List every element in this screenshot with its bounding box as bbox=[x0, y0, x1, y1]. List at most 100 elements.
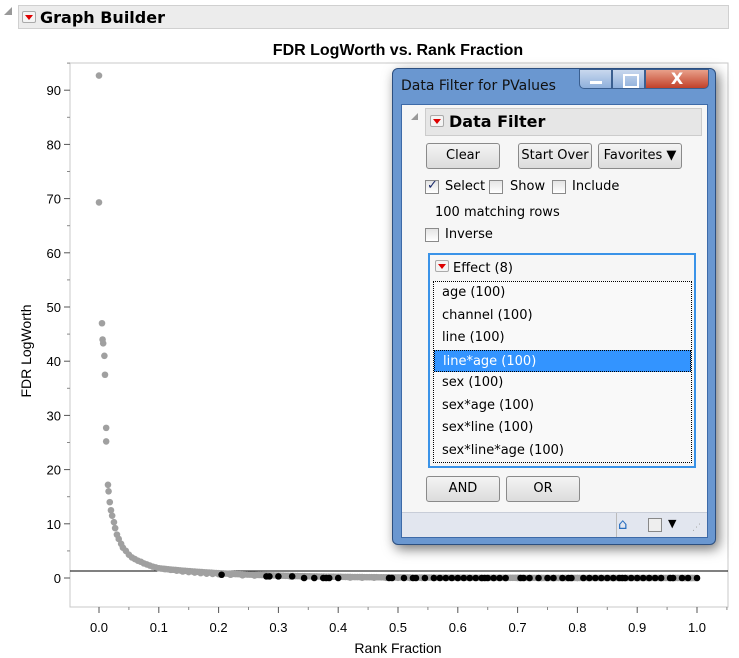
data-point[interactable] bbox=[102, 424, 110, 432]
selected-data-point[interactable] bbox=[436, 574, 444, 582]
selected-data-point[interactable] bbox=[627, 574, 635, 582]
list-item-selected[interactable]: line*age (100) bbox=[434, 349, 691, 372]
data-point[interactable] bbox=[105, 487, 112, 495]
selected-data-point[interactable] bbox=[400, 574, 408, 582]
resize-grip-icon[interactable]: ⋰ bbox=[692, 523, 701, 533]
data-point[interactable] bbox=[110, 518, 118, 526]
list-item[interactable]: sex*line (100) bbox=[434, 417, 691, 440]
data-point[interactable] bbox=[111, 524, 119, 532]
y-axis-label: FDR LogWorth bbox=[18, 304, 34, 397]
inverse-label: Inverse bbox=[445, 227, 493, 242]
selected-data-point[interactable] bbox=[421, 574, 429, 582]
selected-data-point[interactable] bbox=[502, 574, 509, 582]
list-item[interactable]: channel (100) bbox=[434, 305, 691, 328]
clear-button[interactable]: Clear bbox=[426, 143, 500, 169]
data-point[interactable] bbox=[101, 352, 108, 360]
selected-data-point[interactable] bbox=[472, 574, 480, 582]
selected-data-point[interactable] bbox=[275, 573, 282, 580]
or-button[interactable]: OR bbox=[506, 476, 580, 502]
selected-data-point[interactable] bbox=[430, 574, 438, 582]
selected-data-point[interactable] bbox=[586, 574, 593, 582]
selected-data-point[interactable] bbox=[621, 574, 629, 582]
selected-data-point[interactable] bbox=[693, 574, 701, 582]
include-checkbox[interactable] bbox=[552, 180, 566, 194]
selected-data-point[interactable] bbox=[442, 574, 450, 582]
data-point[interactable] bbox=[95, 199, 103, 206]
selected-data-point[interactable] bbox=[678, 574, 686, 582]
selected-data-point[interactable] bbox=[325, 574, 333, 582]
selected-data-point[interactable] bbox=[496, 574, 503, 582]
data-point[interactable] bbox=[98, 319, 106, 327]
data-point[interactable] bbox=[108, 512, 116, 519]
selected-data-point[interactable] bbox=[598, 574, 605, 582]
selected-data-point[interactable] bbox=[604, 574, 611, 582]
list-item[interactable]: sex*age (100) bbox=[434, 395, 691, 418]
start-over-button[interactable]: Start Over bbox=[518, 143, 592, 169]
data-point[interactable] bbox=[106, 498, 114, 506]
selected-data-point[interactable] bbox=[568, 574, 575, 582]
home-icon[interactable]: ⌂ bbox=[618, 515, 628, 533]
close-button[interactable]: X bbox=[645, 69, 709, 89]
selected-data-point[interactable] bbox=[466, 574, 474, 582]
data-point[interactable] bbox=[102, 438, 110, 445]
selected-data-point[interactable] bbox=[535, 574, 542, 582]
selected-data-point[interactable] bbox=[448, 574, 456, 582]
disclosure-icon[interactable] bbox=[411, 113, 418, 120]
data-point[interactable] bbox=[99, 340, 107, 347]
checkbox-icon[interactable] bbox=[648, 518, 662, 532]
selected-data-point[interactable] bbox=[645, 574, 653, 582]
selected-data-point[interactable] bbox=[669, 574, 677, 582]
disclosure-icon[interactable] bbox=[4, 7, 12, 15]
selected-data-point[interactable] bbox=[454, 574, 462, 582]
inverse-checkbox[interactable] bbox=[425, 228, 439, 242]
list-item[interactable]: age (100) bbox=[434, 282, 691, 305]
favorites-dropdown[interactable]: Favorites ▼ bbox=[598, 143, 682, 169]
dropdown-arrow-icon[interactable]: ▼ bbox=[668, 517, 676, 530]
selected-data-point[interactable] bbox=[388, 574, 396, 582]
x-tick-label: 0.9 bbox=[628, 620, 646, 635]
selected-data-point[interactable] bbox=[651, 574, 659, 582]
selected-data-point[interactable] bbox=[526, 574, 533, 582]
selected-data-point[interactable] bbox=[657, 574, 665, 582]
maximize-button[interactable] bbox=[612, 69, 645, 89]
selected-data-point[interactable] bbox=[412, 574, 420, 582]
data-point[interactable] bbox=[95, 72, 103, 79]
selected-data-point[interactable] bbox=[218, 571, 225, 579]
selected-data-point[interactable] bbox=[580, 574, 587, 582]
selected-data-point[interactable] bbox=[520, 574, 527, 582]
list-item[interactable]: sex*line*age (100) bbox=[434, 440, 691, 463]
minimize-button[interactable] bbox=[579, 69, 612, 89]
selected-data-point[interactable] bbox=[684, 574, 692, 582]
list-item[interactable]: sex (100) bbox=[434, 372, 691, 395]
selected-data-point[interactable] bbox=[559, 574, 566, 582]
data-point[interactable] bbox=[104, 481, 112, 489]
selected-data-point[interactable] bbox=[266, 573, 273, 580]
selected-data-point[interactable] bbox=[288, 573, 296, 580]
selected-data-point[interactable] bbox=[592, 574, 599, 582]
selected-data-point[interactable] bbox=[639, 574, 647, 582]
red-triangle-menu-icon[interactable] bbox=[22, 11, 36, 23]
list-item[interactable]: line (100) bbox=[434, 327, 691, 350]
selected-data-point[interactable] bbox=[633, 574, 641, 582]
selected-data-point[interactable] bbox=[544, 574, 551, 582]
red-triangle-menu-icon[interactable] bbox=[430, 115, 444, 127]
y-tick-label: 90 bbox=[47, 83, 61, 98]
red-triangle-menu-icon[interactable] bbox=[435, 260, 449, 272]
and-button[interactable]: AND bbox=[426, 476, 500, 502]
data-point[interactable] bbox=[101, 371, 109, 379]
y-tick-label: 0 bbox=[54, 571, 61, 586]
section-title: Data Filter bbox=[449, 112, 546, 131]
selected-data-point[interactable] bbox=[609, 574, 617, 582]
effect-list[interactable]: age (100) channel (100) line (100) line*… bbox=[433, 281, 692, 463]
selected-data-point[interactable] bbox=[460, 574, 468, 582]
show-checkbox[interactable] bbox=[489, 180, 503, 194]
select-checkbox[interactable]: ✓ bbox=[425, 178, 439, 194]
selected-data-point[interactable] bbox=[484, 574, 492, 582]
data-point[interactable] bbox=[107, 506, 115, 514]
selected-data-point[interactable] bbox=[490, 574, 497, 582]
selected-data-point[interactable] bbox=[300, 574, 308, 582]
selected-data-point[interactable] bbox=[550, 574, 557, 582]
selected-data-point[interactable] bbox=[334, 574, 342, 582]
selected-data-point[interactable] bbox=[310, 574, 318, 582]
effect-header: Effect (8) bbox=[453, 261, 513, 276]
